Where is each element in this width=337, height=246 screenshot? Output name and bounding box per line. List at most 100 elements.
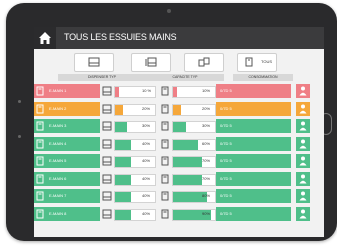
row-name: E-MAIN 5: [49, 158, 67, 163]
tablet-device: TOUS LES ESSUIES MAINS TOUS DISPENSER TY…: [6, 3, 337, 241]
consumption-cell: 0/7D 5: [216, 119, 291, 133]
paper-roll-icon: [161, 121, 169, 131]
capacity-fill: [173, 174, 203, 185]
person-icon: [299, 191, 307, 201]
fill-level-fill: [115, 104, 123, 115]
consumption-value: 0/7D 5: [220, 105, 232, 111]
row-name: E-MAIN 7: [49, 193, 67, 198]
paper-roll-icon: [161, 191, 169, 201]
consumption-value: 0/7D 5: [220, 140, 232, 146]
assign-person-button[interactable]: [296, 189, 310, 203]
consumption-value: 0/7D 5: [220, 175, 232, 181]
single-dispenser-icon: [88, 57, 100, 67]
person-icon: [299, 86, 307, 96]
table-row[interactable]: E-MAIN 6 40% 70% 0/7D 5: [34, 171, 324, 186]
paper-roll-icon: [161, 86, 169, 96]
consumption-cell: 0/7D 5: [216, 84, 291, 98]
fill-percent: 40%: [142, 158, 151, 163]
row-name-cell: E-MAIN 4: [34, 136, 100, 151]
person-icon: [299, 209, 307, 218]
table-row[interactable]: E-MAIN 7 40% 80% 0/7D 5: [34, 189, 324, 203]
filter-all-label: TOUS: [261, 59, 273, 64]
dispenser-icon: [102, 156, 112, 166]
consumption-value: 0/7D 5: [220, 123, 232, 128]
fill-level-fill: [115, 192, 131, 202]
paper-roll-icon: [161, 209, 169, 218]
fill-percent: 40%: [142, 140, 151, 146]
camera-dot: [167, 9, 171, 13]
person-icon: [299, 174, 307, 183]
capacity-percent: 90%: [202, 210, 211, 216]
assign-person-button[interactable]: [296, 101, 310, 116]
dispenser-icon: [102, 209, 112, 218]
fill-level-fill: [115, 139, 131, 150]
capacity-percent: 10%: [202, 88, 211, 93]
filter-double-button[interactable]: [131, 53, 171, 72]
person-icon: [299, 139, 307, 148]
row-name: E-MAIN 6: [49, 175, 67, 181]
fill-level-fill: [115, 174, 131, 185]
table-row[interactable]: E-MAIN 8 40% 90% 0/7D 5: [34, 206, 324, 221]
fill-percent: 20%: [142, 105, 151, 111]
paper-roll-icon: [161, 174, 169, 183]
capacity-fill: [173, 104, 182, 115]
row-name: E-MAIN 2: [49, 105, 67, 111]
app-header: TOUS LES ESSUIES MAINS: [34, 27, 324, 49]
dispenser-icon: [102, 174, 112, 183]
assign-person-button[interactable]: [296, 206, 310, 221]
consumption-cell: 0/7D 5: [216, 154, 291, 168]
assign-person-button[interactable]: [296, 119, 310, 133]
row-name-cell: E-MAIN 8: [34, 206, 100, 221]
group-dispenser-icon: [198, 57, 210, 67]
hand-dryer-icon: [36, 139, 44, 148]
dispenser-icon: [102, 121, 112, 131]
hand-dryer-icon: [36, 156, 44, 166]
person-icon: [299, 104, 307, 113]
row-name-cell: E-MAIN 3: [34, 119, 100, 133]
fill-level-fill: [115, 209, 131, 220]
assign-person-button[interactable]: [296, 84, 310, 98]
assign-person-button[interactable]: [296, 154, 310, 168]
capacity-percent: 60%: [202, 140, 211, 146]
assign-person-button[interactable]: [296, 171, 310, 186]
fill-percent: 10 %: [142, 88, 152, 93]
row-name-cell: E-MAIN 1: [34, 84, 100, 98]
fill-level-fill: [115, 87, 119, 97]
double-dispenser-icon: [145, 57, 157, 67]
consumption-cell: 0/7D 5: [216, 206, 291, 221]
table-row[interactable]: E-MAIN 1 10 % 10% 0/7D 5: [34, 84, 324, 98]
consumption-cell: 0/7D 5: [216, 136, 291, 151]
home-icon[interactable]: [34, 27, 56, 49]
hand-dryer-icon: [36, 209, 44, 218]
consumption-cell: 0/7D 5: [216, 189, 291, 203]
capacity-percent: 20%: [202, 105, 211, 111]
assign-person-button[interactable]: [296, 136, 310, 151]
row-name: E-MAIN 4: [49, 140, 67, 146]
all-dispensers-icon: [245, 57, 253, 67]
filter-toolbar: TOUS: [34, 53, 324, 72]
filter-all-button[interactable]: TOUS: [237, 53, 277, 72]
table-row[interactable]: E-MAIN 3 30% 30% 0/7D 5: [34, 119, 324, 133]
row-name-cell: E-MAIN 2: [34, 101, 100, 116]
consumption-cell: 0/7D 5: [216, 171, 291, 186]
capacity-percent: 70%: [202, 158, 211, 163]
table-row[interactable]: E-MAIN 2 20% 20% 0/7D 5: [34, 101, 324, 116]
paper-roll-icon: [161, 104, 169, 113]
filter-single-button[interactable]: [74, 53, 114, 72]
row-name-cell: E-MAIN 5: [34, 154, 100, 168]
column-header-consumption: CONSOMMATION: [233, 74, 293, 81]
filter-group-button[interactable]: [184, 53, 224, 72]
sensor-dot: [18, 135, 21, 138]
dispenser-icon: [102, 86, 112, 96]
row-name: E-MAIN 8: [49, 210, 67, 216]
capacity-fill: [173, 139, 199, 150]
hand-dryer-icon: [36, 174, 44, 183]
hand-dryer-icon: [36, 86, 44, 96]
table-row[interactable]: E-MAIN 5 40% 70% 0/7D 5: [34, 154, 324, 168]
dispenser-icon: [102, 104, 112, 113]
paper-roll-icon: [161, 139, 169, 148]
dispenser-icon: [102, 191, 112, 201]
consumption-value: 0/7D 5: [220, 158, 232, 163]
table-row[interactable]: E-MAIN 4 40% 60% 0/7D 5: [34, 136, 324, 151]
page-title: TOUS LES ESSUIES MAINS: [64, 32, 177, 42]
